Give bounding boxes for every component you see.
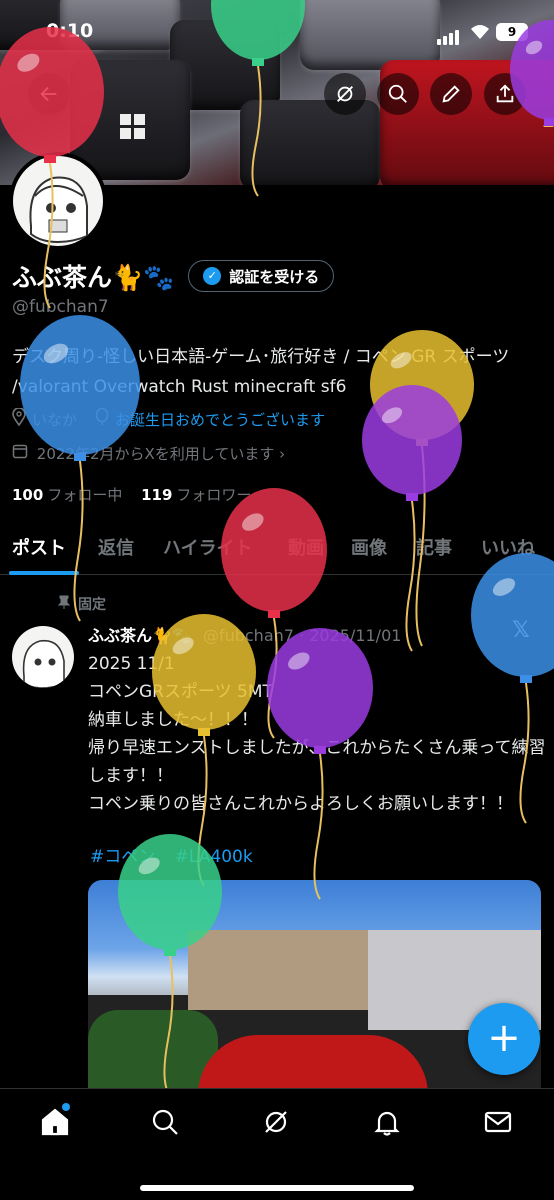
get-verified-button[interactable]: ✓ 認証を受ける [188, 260, 335, 292]
balloon [362, 385, 462, 652]
avatar-image [13, 156, 103, 246]
search-button[interactable] [377, 73, 419, 115]
share-icon [496, 84, 514, 103]
image-hedge [88, 1010, 218, 1090]
location-icon [12, 407, 26, 430]
post-author-name[interactable]: ふぶ茶ん🐈🐾 [88, 626, 192, 645]
profile-meta: いなか お誕生日おめでとうございます [12, 407, 325, 430]
balloon-icon [95, 407, 109, 430]
mail-icon [484, 1111, 512, 1133]
cellular-signal-icon [437, 26, 461, 45]
nav-notifications[interactable] [372, 1107, 404, 1139]
back-button[interactable] [28, 73, 70, 115]
following-label: フォロー中 [47, 486, 123, 504]
image-fence [188, 930, 388, 1010]
post-text: 2025 11/1 コペンGRスポーツ 5MT 納車しました〜！！！ 帰り早速エ… [88, 654, 546, 814]
balloon-knot [406, 493, 418, 501]
pin-icon [57, 595, 71, 613]
status-time: 0:10 [46, 20, 94, 42]
bell-icon [374, 1111, 400, 1136]
grok-icon [265, 1111, 287, 1133]
tab-replies[interactable]: 返信 [98, 534, 134, 560]
post-hashtags: #コペン #LA400k [90, 842, 267, 867]
tab-videos[interactable]: 動画 [288, 534, 324, 560]
wifi-icon [470, 24, 490, 44]
bottom-navigation [0, 1088, 554, 1200]
profile-handle: @fubchan7 [12, 297, 109, 317]
post-header: ふぶ茶ん🐈🐾 @fubchan7 · 2025/11/01 [88, 622, 401, 646]
profile-name: ふぶ茶ん🐈🐾 [12, 263, 175, 292]
active-tab-indicator [9, 571, 79, 575]
tab-posts[interactable]: ポスト [12, 534, 66, 560]
following-link[interactable]: 100 フォロー中 [12, 486, 122, 504]
tab-articles[interactable]: 記事 [416, 534, 452, 560]
tab-highlights[interactable]: ハイライト [163, 534, 253, 560]
birthday-link[interactable]: お誕生日おめでとうございます [115, 409, 325, 430]
follow-stats: 100 フォロー中 119 フォロワー [12, 484, 251, 505]
hashtag-link[interactable]: #LA400k [175, 847, 253, 867]
nav-home[interactable] [40, 1103, 72, 1139]
post-handle-date: @fubchan7 · 2025/11/01 [202, 626, 402, 645]
followers-link[interactable]: 119 フォロワー [141, 486, 251, 504]
battery-indicator: 9 [496, 23, 528, 41]
share-button[interactable] [484, 73, 526, 115]
tab-media[interactable]: 画像 [351, 534, 387, 560]
banner-key [240, 100, 380, 185]
followers-count: 119 [141, 486, 173, 504]
balloon-knot [268, 610, 280, 618]
hashtag-link[interactable]: #コペン [90, 847, 155, 867]
nav-grok[interactable] [261, 1107, 293, 1139]
home-indicator [140, 1185, 414, 1191]
search-icon [152, 1109, 178, 1135]
balloon-highlight [381, 407, 403, 424]
tab-likes[interactable]: いいね [481, 534, 535, 560]
join-date[interactable]: 2022年2月からXを利用しています › [12, 443, 285, 464]
balloon-knot [416, 438, 428, 446]
post-image[interactable] [88, 880, 541, 1110]
windows-logo-icon [118, 112, 148, 142]
grok-button[interactable] [324, 73, 366, 115]
x-logo-icon: 𝕏 [512, 618, 530, 643]
profile-location: いなか [32, 410, 78, 429]
compose-post-button[interactable]: + [468, 1003, 540, 1075]
profile-bio: デスク周り-怪しい日本語-ゲーム･旅行好き / コペン GR スポーツ /val… [12, 347, 510, 397]
pinned-indicator: 固定 [57, 594, 106, 614]
join-date-label: 2022年2月からXを利用しています [36, 445, 275, 463]
nav-messages[interactable] [483, 1107, 515, 1139]
following-count: 100 [12, 486, 44, 504]
nav-search[interactable] [150, 1107, 182, 1139]
pencil-icon [442, 85, 460, 103]
grok-icon [337, 86, 353, 102]
calendar-icon [12, 444, 33, 463]
arrow-left-icon [40, 86, 57, 102]
pinned-label: 固定 [78, 597, 106, 613]
profile-avatar[interactable] [9, 152, 107, 250]
notification-dot [62, 1103, 70, 1111]
profile-tabs: ポスト 返信 ハイライト 動画 画像 記事 いいね [0, 520, 554, 575]
edit-button[interactable] [430, 73, 472, 115]
followers-label: フォロワー [176, 486, 252, 504]
home-icon [41, 1108, 69, 1136]
status-bar: 0:10 9 [0, 18, 554, 48]
get-verified-label: 認証を受ける [229, 267, 320, 286]
verified-badge-icon: ✓ [203, 267, 222, 285]
balloon-highlight [492, 578, 516, 596]
search-icon [388, 84, 407, 103]
chevron-right-icon: › [279, 445, 286, 463]
post-author-avatar[interactable] [12, 626, 74, 688]
